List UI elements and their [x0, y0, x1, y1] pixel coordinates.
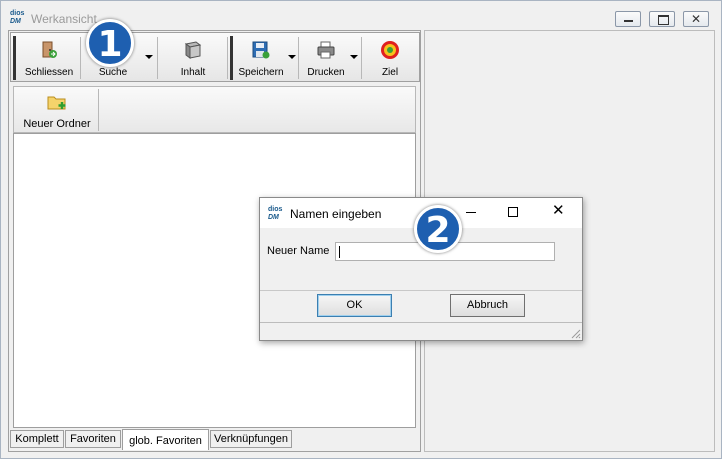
search-dropdown-arrow[interactable] [145, 55, 153, 59]
toolbar-separator [227, 37, 228, 79]
door-exit-icon [42, 41, 57, 58]
text-caret [339, 246, 340, 258]
resize-grip-icon[interactable] [569, 327, 581, 339]
toolbar-separator [298, 37, 299, 79]
toolbar-separator [361, 37, 362, 79]
ok-label: OK [346, 299, 363, 311]
app-logo-icon: dios DM [10, 10, 25, 25]
save-tool-label: Speichern [238, 67, 284, 78]
restore-button[interactable] [649, 11, 675, 27]
tab-label: Komplett [15, 433, 59, 445]
content-tool-label: Inhalt [180, 67, 206, 78]
callout-badge-1: 1 [86, 19, 134, 67]
main-toolbar: Schliessen Suche Inhalt Speichern Drucke… [10, 32, 420, 82]
print-tool-label: Drucken [307, 67, 345, 78]
close-button[interactable]: ✕ [683, 11, 709, 27]
tab-label: Favoriten [70, 433, 116, 445]
cancel-label: Abbruch [467, 299, 508, 311]
dialog-divider [260, 290, 582, 291]
toolbar-separator [80, 37, 81, 79]
print-dropdown-arrow[interactable] [350, 55, 358, 59]
toolbar-grip[interactable] [13, 36, 16, 80]
minimize-button[interactable] [615, 11, 641, 27]
target-tool-button[interactable]: Ziel [367, 36, 413, 80]
close-tool-label: Schliessen [24, 67, 74, 78]
cancel-button[interactable]: Abbruch [450, 294, 525, 317]
new-folder-button[interactable]: Neuer Ordner [18, 87, 96, 131]
dialog-minimize-button[interactable] [466, 212, 476, 213]
ok-button[interactable]: OK [317, 294, 392, 317]
printer-icon [317, 41, 335, 59]
close-icon: ✕ [552, 202, 565, 219]
toolbar-separator [98, 89, 99, 131]
toolbar-separator [157, 37, 158, 79]
dialog-close-button[interactable]: ✕ [552, 203, 565, 219]
toolbar-grip[interactable] [230, 36, 233, 80]
search-tool-label: Suche [98, 67, 128, 78]
target-tool-label: Ziel [381, 67, 399, 78]
save-dropdown-arrow[interactable] [288, 55, 296, 59]
window-title: Werkansicht [31, 12, 97, 26]
tab-favoriten[interactable]: Favoriten [65, 430, 121, 448]
tab-label: glob. Favoriten [129, 435, 202, 447]
book-icon [184, 41, 202, 59]
folder-toolbar: Neuer Ordner [13, 86, 416, 133]
dialog-maximize-button[interactable] [508, 207, 518, 217]
save-tool-button[interactable]: Speichern [236, 36, 286, 80]
tab-glob-favoriten[interactable]: glob. Favoriten [122, 429, 209, 450]
tab-label: Verknüpfungen [213, 433, 288, 445]
close-tool-button[interactable]: Schliessen [20, 36, 78, 80]
folder-add-icon [47, 96, 66, 110]
floppy-disk-icon [252, 41, 270, 59]
content-tool-button[interactable]: Inhalt [163, 36, 223, 80]
new-folder-label: Neuer Ordner [23, 118, 91, 130]
dialog-status-bar [260, 322, 582, 340]
dialog-logo-icon: dios DM [268, 206, 283, 221]
target-icon [381, 41, 399, 59]
callout-badge-2: 2 [414, 205, 462, 253]
print-tool-button[interactable]: Drucken [301, 36, 351, 80]
new-name-label: Neuer Name [267, 245, 330, 257]
tab-komplett[interactable]: Komplett [10, 430, 64, 448]
tab-verknuepfungen[interactable]: Verknüpfungen [210, 430, 292, 448]
dialog-title: Namen eingeben [290, 207, 382, 221]
